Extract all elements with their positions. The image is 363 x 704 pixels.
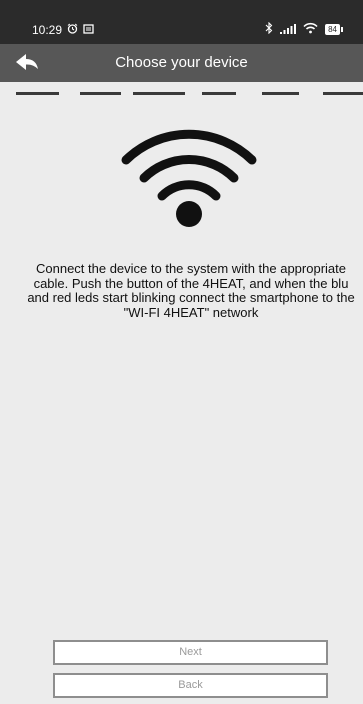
- step-progress-indicator: [0, 87, 363, 103]
- alarm-icon: [67, 23, 78, 37]
- instruction-text: Connect the device to the system with th…: [27, 261, 355, 320]
- wifi-status-icon: [303, 22, 318, 37]
- page-title: Choose your device: [115, 54, 248, 71]
- app-header: Choose your device: [0, 44, 363, 82]
- notification-icon: [83, 23, 94, 37]
- signal-icon: [280, 23, 297, 37]
- back-button[interactable]: Back: [53, 673, 328, 698]
- battery-level: 84: [325, 24, 340, 35]
- progress-step: [323, 92, 363, 95]
- battery-icon: 84: [325, 24, 343, 35]
- status-left: 10:29: [32, 23, 94, 37]
- status-time: 10:29: [32, 23, 63, 37]
- progress-step: [16, 92, 59, 95]
- status-bar: 10:29 84: [0, 0, 363, 44]
- progress-step: [133, 92, 185, 95]
- wifi-icon: [121, 128, 257, 230]
- progress-step: [262, 92, 299, 95]
- progress-step: [202, 92, 236, 95]
- bluetooth-icon: [265, 21, 273, 37]
- status-right: 84: [265, 21, 343, 37]
- battery-tip: [341, 27, 343, 32]
- progress-step: [80, 92, 121, 95]
- next-button[interactable]: Next: [53, 640, 328, 665]
